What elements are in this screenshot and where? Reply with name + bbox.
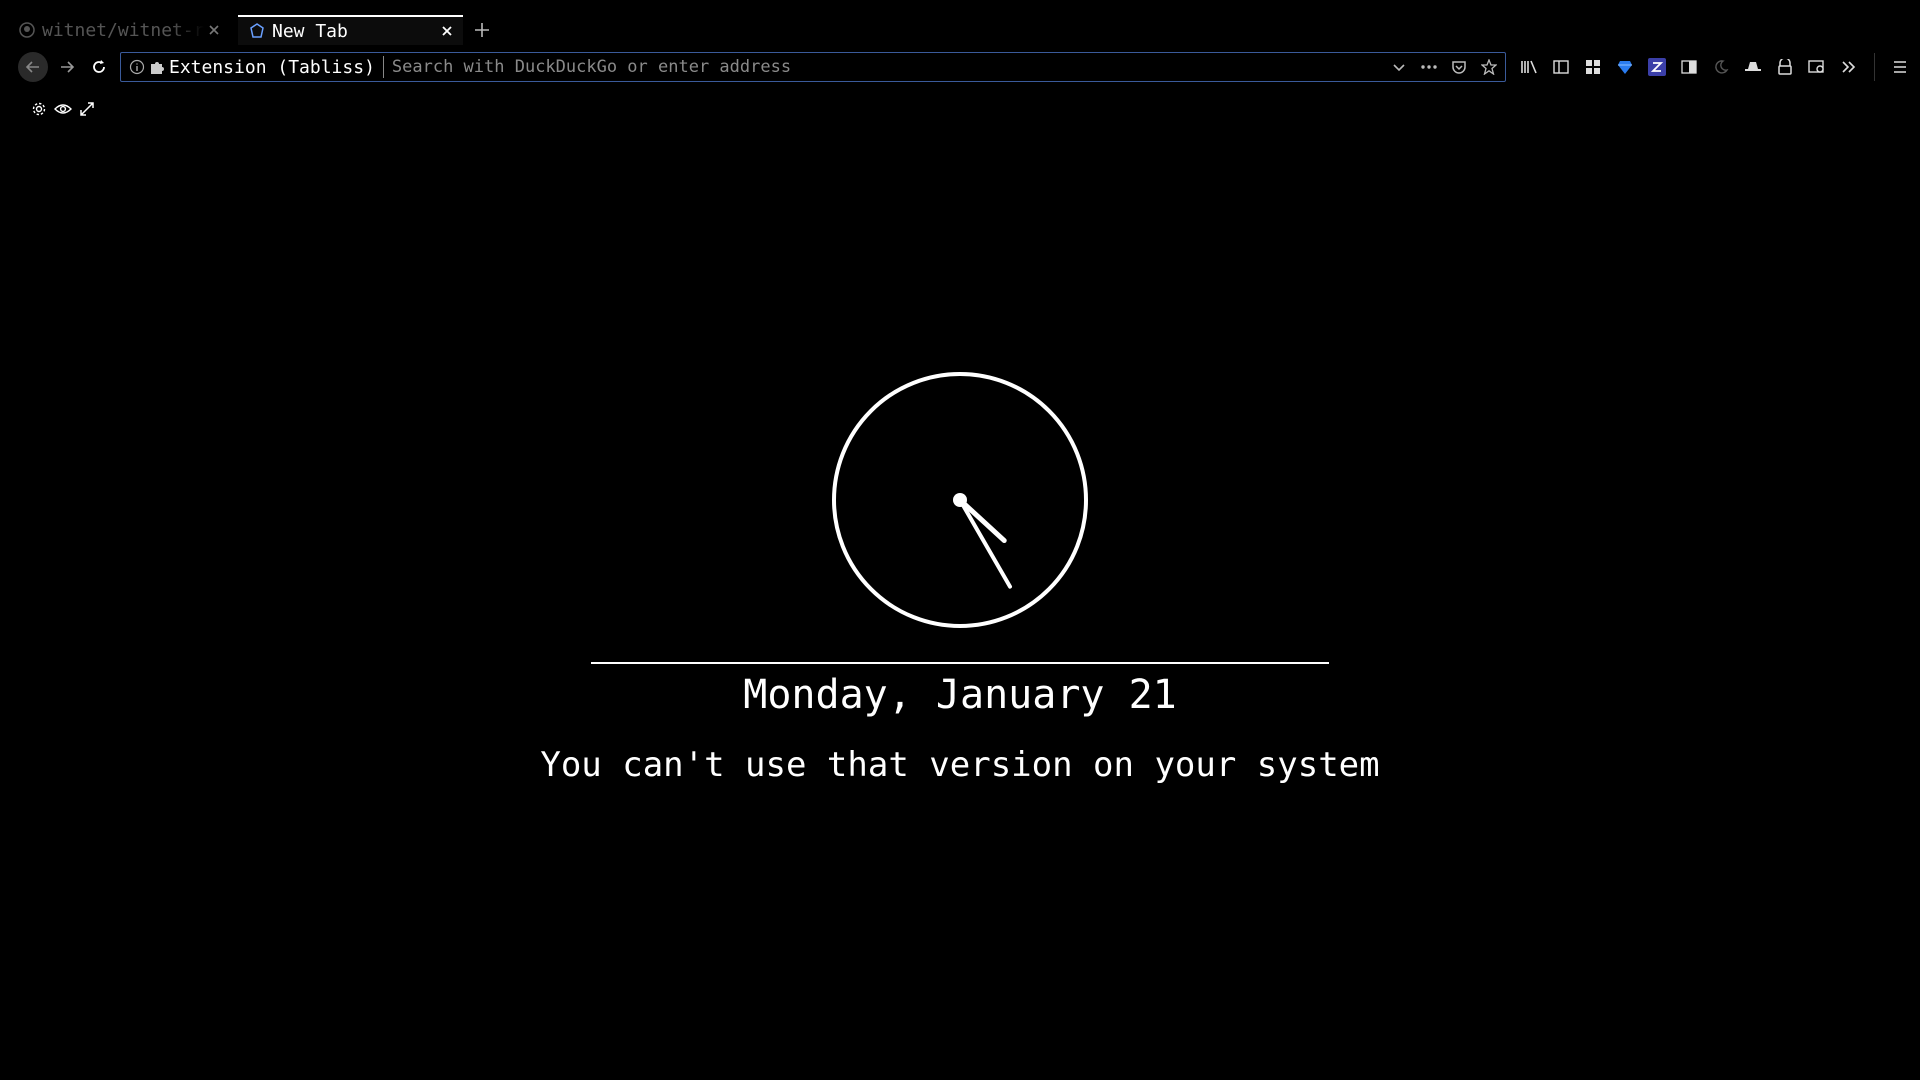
menu-icon[interactable] [1887, 54, 1913, 80]
moon-icon[interactable] [1708, 54, 1734, 80]
reload-icon [93, 60, 105, 73]
date-display: Monday, January 21 [743, 672, 1177, 718]
sidebar-icon[interactable] [1548, 54, 1574, 80]
close-tab-icon[interactable] [204, 20, 224, 40]
tab-strip: witnet/witnet-rust New Tab [0, 0, 1920, 49]
gear-icon[interactable] [30, 100, 48, 118]
dashboard-controls [30, 100, 96, 118]
close-tab-icon[interactable] [437, 21, 457, 41]
eye-icon[interactable] [54, 100, 72, 118]
message-text: You can't use that version on your syste… [540, 745, 1380, 785]
identity-label: Extension (Tabliss) [169, 56, 375, 78]
analog-clock [832, 372, 1088, 628]
tab-new-tab[interactable]: New Tab [238, 15, 463, 45]
url-bar[interactable]: Extension (Tabliss) [120, 52, 1506, 82]
info-icon [129, 59, 145, 75]
reload-button[interactable] [84, 52, 114, 82]
navigation-bar: Extension (Tabliss) [0, 49, 1920, 85]
arrow-left-icon [25, 61, 39, 73]
back-button[interactable] [18, 52, 48, 82]
site-identity[interactable]: Extension (Tabliss) [121, 56, 384, 78]
page-actions-icon[interactable] [1419, 57, 1439, 77]
overflow-icon[interactable] [1836, 54, 1862, 80]
forward-button[interactable] [52, 52, 82, 82]
library-icon[interactable] [1516, 54, 1542, 80]
tab-title: witnet/witnet-rust [42, 19, 204, 41]
url-actions [1389, 57, 1505, 77]
fullscreen-icon[interactable] [78, 100, 96, 118]
tab-title: New Tab [272, 20, 348, 42]
arrow-right-icon [61, 61, 75, 73]
tab-witnet[interactable]: witnet/witnet-rust [18, 15, 230, 45]
tabliss-icon [248, 22, 266, 40]
pocket-icon[interactable] [1449, 57, 1469, 77]
divider-line [591, 662, 1329, 664]
z-extension-icon[interactable] [1644, 54, 1670, 80]
containers-icon[interactable] [1580, 54, 1606, 80]
toolbar-icons [1516, 53, 1913, 81]
vpn-extension-icon[interactable] [1772, 54, 1798, 80]
gem-extension-icon[interactable] [1612, 54, 1638, 80]
github-icon [18, 21, 36, 39]
clock-center [953, 493, 967, 507]
reader-icon[interactable] [1676, 54, 1702, 80]
address-input[interactable] [383, 53, 1389, 81]
plus-icon [475, 23, 489, 37]
dropdown-chevron-icon[interactable] [1389, 57, 1409, 77]
new-tab-button[interactable] [470, 18, 494, 42]
clock-minute-hand [958, 498, 1012, 589]
hat-extension-icon[interactable] [1740, 54, 1766, 80]
extension-puzzle-icon [151, 62, 164, 74]
screenshot-icon[interactable] [1804, 54, 1830, 80]
toolbar-separator [1874, 53, 1875, 81]
bookmark-star-icon[interactable] [1479, 57, 1499, 77]
